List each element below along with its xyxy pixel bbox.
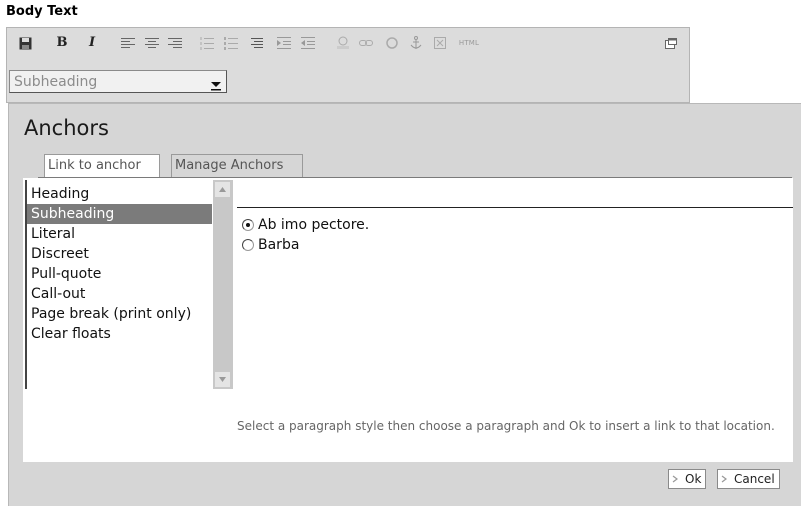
- paragraph-style-select[interactable]: Subheading: [9, 70, 227, 93]
- list-item-selected[interactable]: Subheading: [27, 204, 212, 224]
- chevron-down-icon: [210, 76, 222, 91]
- field-label: Body Text: [6, 4, 78, 19]
- align-center-icon[interactable]: [145, 35, 159, 51]
- dialog-title: Anchors: [24, 116, 109, 140]
- toolbar-buttons: B I HTML: [7, 28, 689, 58]
- cancel-button-label: Cancel: [734, 472, 775, 486]
- style-select-value: Subheading: [14, 74, 98, 90]
- tab-link-to-anchor[interactable]: Link to anchor: [44, 154, 160, 177]
- paragraph-style-list[interactable]: Heading Subheading Literal Discreet Pull…: [25, 180, 233, 389]
- scroll-down-icon[interactable]: [215, 372, 230, 387]
- list-item[interactable]: Page break (print only): [31, 304, 213, 324]
- scroll-up-icon[interactable]: [215, 182, 230, 197]
- align-left-icon[interactable]: [121, 35, 135, 51]
- instructions-text: Select a paragraph style then choose a p…: [237, 419, 775, 433]
- paragraph-option[interactable]: Barba: [242, 235, 299, 255]
- list-item[interactable]: Pull-quote: [31, 264, 213, 284]
- list-item[interactable]: Clear floats: [31, 324, 213, 344]
- image-icon[interactable]: [336, 35, 350, 51]
- list-item[interactable]: Discreet: [31, 244, 213, 264]
- paragraph-panel: Ab imo pectore. Barba Select a paragraph…: [237, 178, 793, 462]
- unordered-list-icon[interactable]: [224, 35, 238, 51]
- cancel-button[interactable]: Cancel: [717, 469, 780, 489]
- save-icon[interactable]: [18, 35, 32, 51]
- radio-checked-icon[interactable]: [242, 219, 254, 231]
- paragraph-panel-divider: [237, 207, 793, 208]
- ok-button[interactable]: Ok: [668, 469, 707, 489]
- globe-icon[interactable]: [386, 35, 398, 51]
- italic-icon[interactable]: I: [86, 35, 98, 51]
- maximize-icon[interactable]: [665, 35, 677, 51]
- html-icon[interactable]: HTML: [458, 35, 480, 51]
- tab-manage-anchors[interactable]: Manage Anchors: [171, 154, 303, 177]
- radio-unchecked-icon[interactable]: [242, 239, 254, 251]
- dialog-content: Heading Subheading Literal Discreet Pull…: [23, 178, 793, 462]
- definition-list-icon[interactable]: [251, 35, 263, 51]
- list-item[interactable]: Heading: [31, 184, 213, 204]
- indent-icon[interactable]: [277, 35, 291, 51]
- anchor-icon[interactable]: [410, 35, 422, 51]
- arrow-right-icon: [672, 475, 678, 483]
- arrow-right-icon: [721, 475, 727, 483]
- list-item[interactable]: Call-out: [31, 284, 213, 304]
- link-icon[interactable]: [359, 35, 373, 51]
- ordered-list-icon[interactable]: [200, 35, 214, 51]
- style-list-scrollbar[interactable]: [213, 180, 233, 389]
- bold-icon[interactable]: B: [56, 35, 68, 51]
- paragraph-option[interactable]: Ab imo pectore.: [242, 215, 369, 235]
- outdent-icon[interactable]: [301, 35, 315, 51]
- paragraph-option-label: Ab imo pectore.: [258, 217, 370, 233]
- paragraph-option-label: Barba: [258, 237, 300, 253]
- anchors-dialog: Anchors Link to anchor Manage Anchors He…: [8, 103, 801, 506]
- table-icon[interactable]: [434, 35, 446, 51]
- editor-toolbar: B I HTML Subheading: [6, 27, 690, 103]
- ok-button-label: Ok: [685, 472, 702, 486]
- list-item[interactable]: Literal: [31, 224, 213, 244]
- align-right-icon[interactable]: [168, 35, 182, 51]
